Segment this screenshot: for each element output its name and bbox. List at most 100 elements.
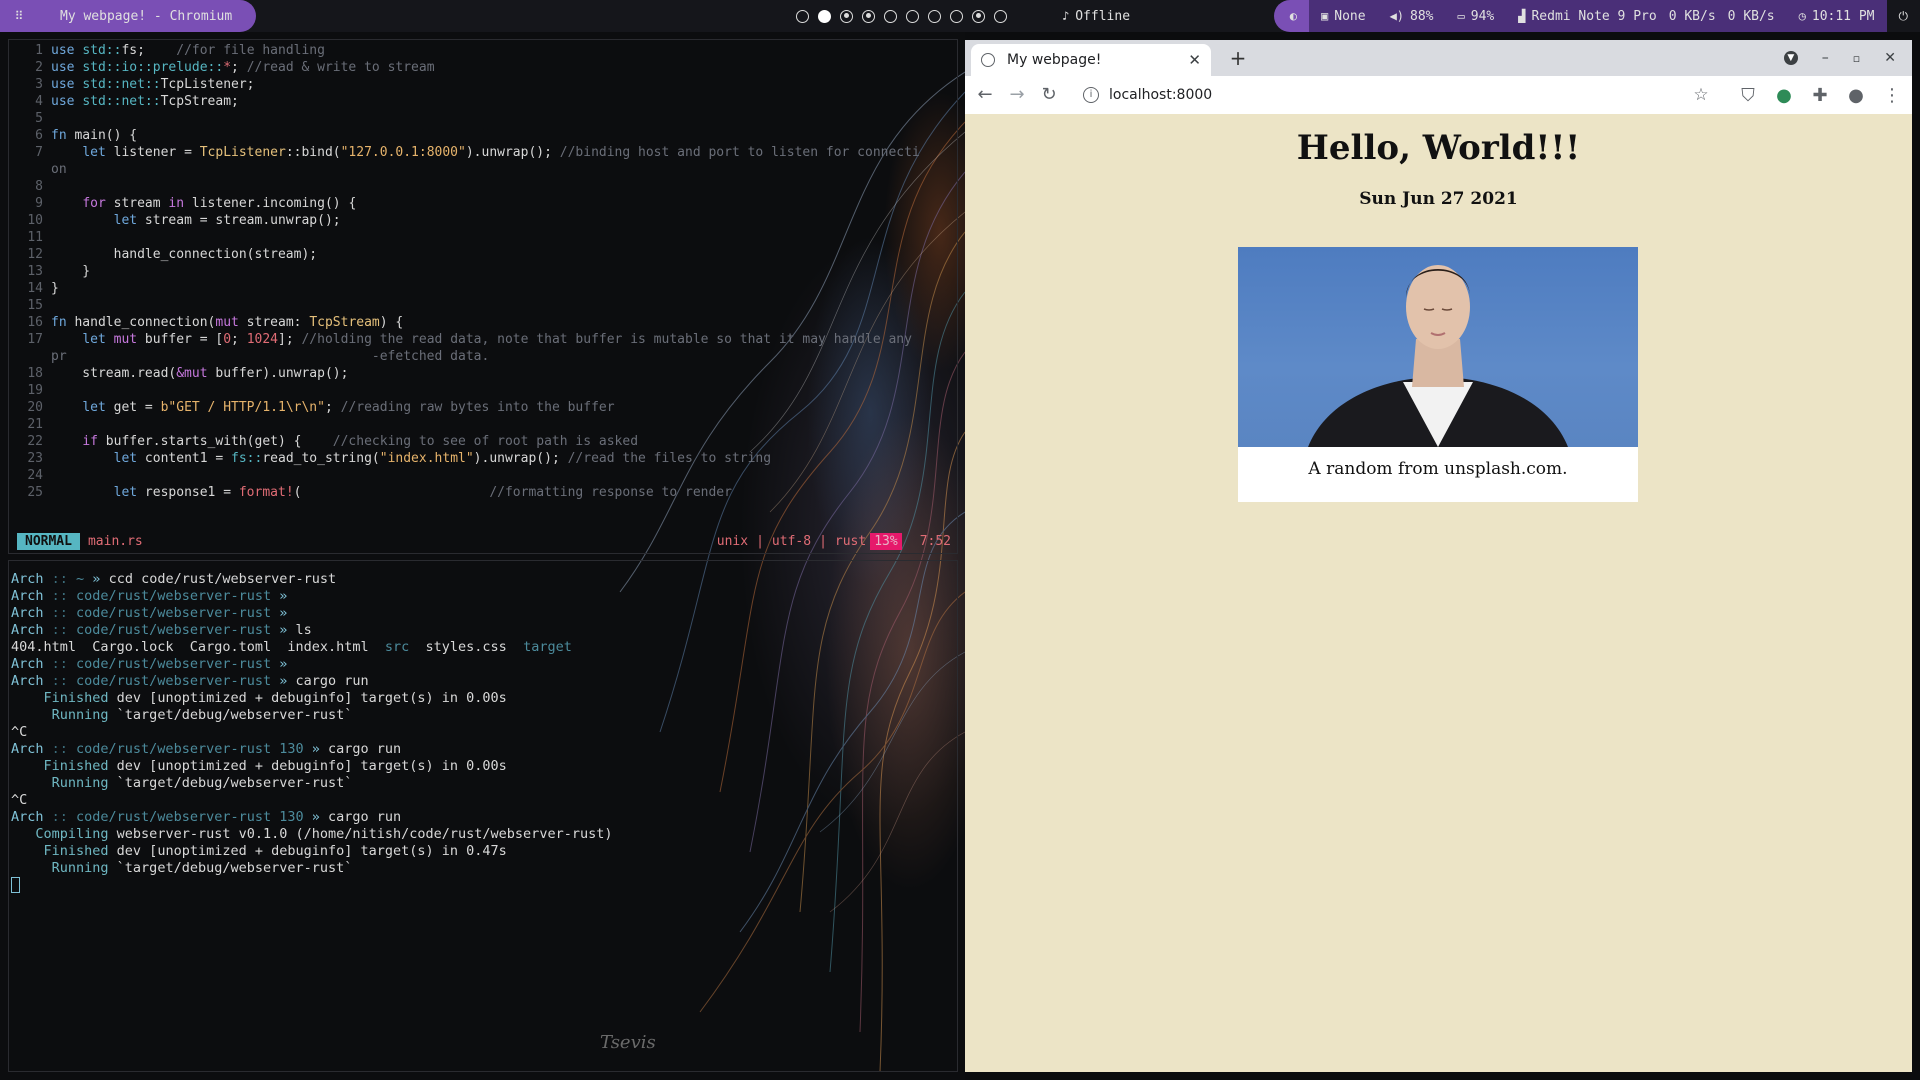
code-line[interactable]: pr -efetched data. (9, 348, 489, 365)
line-number: 6 (35, 128, 43, 143)
code-line[interactable]: 17 let mut buffer = [0; 1024]; //holding… (9, 331, 912, 348)
tab-active[interactable]: My webpage! ✕ (971, 44, 1211, 76)
vim-filename: main.rs (87, 534, 143, 549)
theme-toggle[interactable]: ◐ (1273, 0, 1310, 32)
back-button[interactable]: ← (969, 79, 1001, 111)
code-line[interactable]: 9 for stream in listener.incoming() { (9, 195, 356, 212)
code-line[interactable]: 19 (9, 382, 51, 399)
code-line[interactable]: on (9, 161, 67, 178)
clock-icon: ◷ (1798, 9, 1806, 23)
workspace-5[interactable] (884, 9, 897, 23)
code-text: let get = b"GET / HTTP/1.1\r\n"; //readi… (82, 400, 615, 415)
shell-pane[interactable]: Arch :: ~ » ccd code/rust/webserver-rust… (8, 560, 958, 1072)
info-icon[interactable]: i (1083, 87, 1099, 103)
grid-icon: ⠿ (14, 9, 24, 23)
shield-icon: ⛉ (1741, 85, 1755, 106)
avatar-icon: ● (1848, 85, 1864, 106)
close-tab-icon[interactable]: ✕ (1188, 51, 1201, 69)
shell-output: 404.html Cargo.lock Cargo.toml index.htm… (11, 639, 572, 655)
clock[interactable]: ◷ 10:11 PM (1786, 0, 1887, 32)
art-signature: Tsevis (600, 1032, 656, 1053)
workspace-9[interactable] (972, 9, 985, 23)
code-line[interactable]: 5 (9, 110, 51, 127)
code-line[interactable]: 6 fn main() { (9, 127, 137, 144)
vim-editor[interactable]: 1 use std::fs; //for file handling 2 use st… (8, 39, 958, 554)
minimize-icon[interactable]: – (1822, 50, 1829, 66)
browser-toolbar: ← → ↻ i localhost:8000 ☆ ⛉ ● ✚ ● ⋮ (965, 76, 1912, 114)
code-line[interactable]: 24 (9, 467, 51, 484)
palette-icon: ◐ (1289, 9, 1298, 23)
theme-selector[interactable]: ▣ None (1309, 0, 1378, 32)
wifi-indicator[interactable]: ▟ Redmi Note 9 Pro 0 KB/s 0 KB/s (1506, 0, 1787, 32)
network-status[interactable]: ♪ Offline (1062, 0, 1130, 32)
code-text: let mut buffer = [0; 1024]; //holding th… (82, 332, 912, 347)
code-line[interactable]: 12 handle_connection(stream); (9, 246, 317, 263)
clock-value: 10:11 PM (1811, 8, 1875, 24)
workspace-10[interactable] (994, 9, 1007, 23)
code-line[interactable]: 11 (9, 229, 51, 246)
terminal-window[interactable]: 1 use std::fs; //for file handling 2 use st… (0, 32, 965, 1080)
green-extension-button[interactable]: ● (1768, 80, 1800, 112)
extensions-button[interactable]: ✚ (1804, 80, 1836, 112)
wifi-name: Redmi Note 9 Pro (1531, 8, 1657, 24)
code-line[interactable]: 22 if buffer.starts_with(get) { //checki… (9, 433, 638, 450)
code-line[interactable]: 2 use std::io::prelude::*; //read & write… (9, 59, 434, 76)
line-number: 24 (27, 468, 43, 483)
code-line[interactable]: 14} (9, 280, 59, 297)
tab-search-icon[interactable]: ▼ (1783, 51, 1798, 65)
workspace-1[interactable] (796, 9, 809, 23)
line-number: 8 (35, 179, 43, 194)
code-line[interactable]: 18 stream.read(&mut buffer).unwrap(); (9, 365, 348, 382)
code-line[interactable]: 13 } (9, 263, 90, 280)
forward-button[interactable]: → (1001, 79, 1033, 111)
maximize-icon[interactable]: ▫ (1853, 52, 1860, 65)
code-line[interactable]: 4 use std::net::TcpStream; (9, 93, 239, 110)
close-window-icon[interactable]: ✕ (1884, 50, 1896, 66)
workspace-7[interactable] (928, 9, 941, 23)
line-number: 4 (35, 94, 43, 109)
code-line[interactable]: 20 let get = b"GET / HTTP/1.1\r\n"; //re… (9, 399, 615, 416)
code-line[interactable]: 15 (9, 297, 51, 314)
workspace-6[interactable] (906, 9, 919, 23)
workspace-8[interactable] (950, 9, 963, 23)
shell-output: Finished dev [unoptimized + debuginfo] t… (43, 843, 507, 859)
reload-button[interactable]: ↻ (1033, 79, 1065, 111)
shell-output: Finished dev [unoptimized + debuginfo] t… (43, 690, 507, 706)
workspace-2[interactable] (818, 9, 831, 23)
profile-button[interactable]: ● (1840, 80, 1872, 112)
code-line[interactable]: 23 let content1 = fs::read_to_string("in… (9, 450, 771, 467)
page-date: Sun Jun 27 2021 (1359, 189, 1518, 209)
shell-output: Compiling webserver-rust v0.1.0 (/home/n… (35, 826, 613, 842)
shield-extension-button[interactable]: ⛉ (1732, 80, 1764, 112)
menu-button[interactable]: ⋮ (1876, 80, 1908, 112)
app-launcher-button[interactable]: ⠿ (0, 0, 38, 32)
new-tab-button[interactable]: + (1223, 44, 1253, 72)
code-line[interactable]: 3 use std::net::TcpListener; (9, 76, 254, 93)
scroll-percent: 13% (870, 533, 902, 550)
workspace-3[interactable] (840, 9, 853, 23)
code-text: } (51, 281, 59, 296)
address-bar[interactable]: i localhost:8000 (1073, 80, 1713, 110)
code-line[interactable]: 25 let response1 = format!( //formatting… (9, 484, 732, 501)
line-number: 5 (35, 111, 43, 126)
file-type: rust (834, 534, 867, 549)
code-line[interactable]: 10 let stream = stream.unwrap(); (9, 212, 340, 229)
workspace-4[interactable] (862, 9, 875, 23)
battery-icon: ▭ (1457, 9, 1465, 23)
shell-prompt: Arch :: code/rust/webserver-rust » (11, 656, 296, 672)
line-number: 22 (27, 434, 43, 449)
code-line[interactable]: 1 use std::fs; //for file handling (9, 42, 325, 59)
code-text: pr -efetched data. (51, 349, 490, 364)
code-line[interactable]: 21 (9, 416, 51, 433)
shell-prompt: Arch :: code/rust/webserver-rust » cargo… (11, 673, 369, 689)
volume-indicator[interactable]: ◀) 88% (1377, 0, 1446, 32)
active-window-title: My webpage! - Chromium (38, 0, 257, 32)
power-button[interactable]: ⏻ (1886, 0, 1920, 32)
code-text: for stream in listener.incoming() { (82, 196, 357, 211)
code-line[interactable]: 8 (9, 178, 51, 195)
workspace-indicators (796, 0, 1007, 32)
bookmark-star-button[interactable]: ☆ (1685, 79, 1717, 111)
code-line[interactable]: 16 fn handle_connection(mut stream: TcpSt… (9, 314, 403, 331)
code-line[interactable]: 7 let listener = TcpListener::bind("127.… (9, 144, 920, 161)
line-number: 3 (35, 77, 43, 92)
